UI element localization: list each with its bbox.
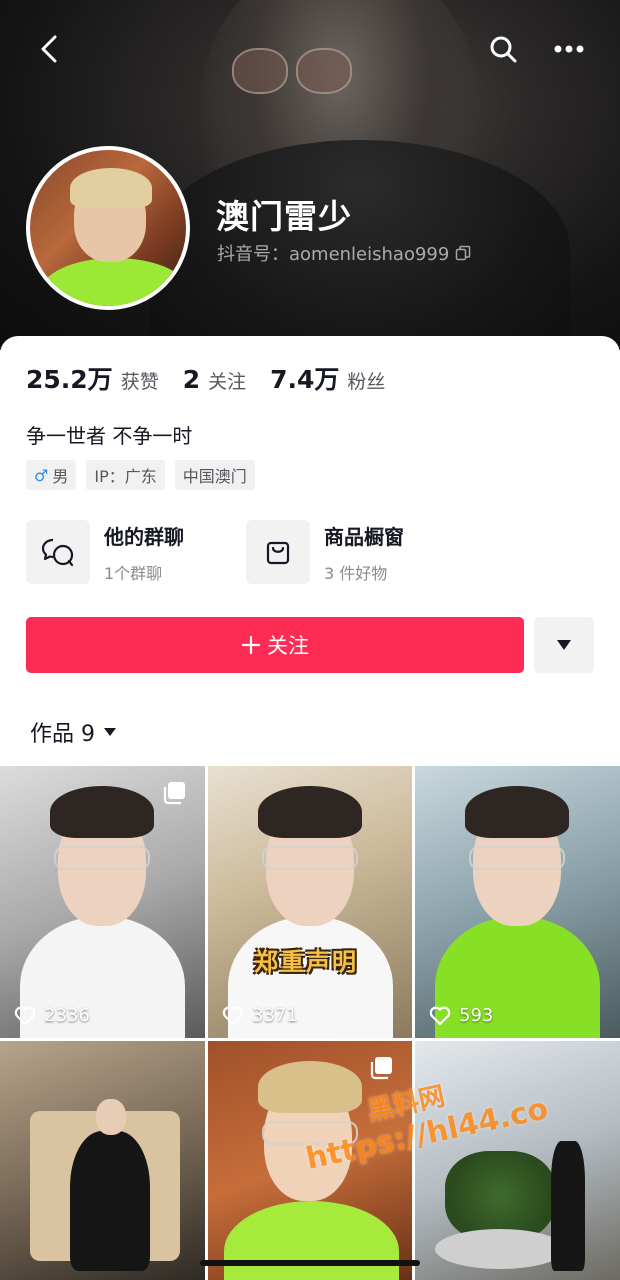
profile-bio: 争一世者 不争一时	[26, 424, 193, 448]
thumb-glasses	[469, 846, 565, 870]
stat-likes-label: 获赞	[120, 371, 159, 393]
stat-following-label: 关注	[208, 371, 247, 393]
back-button[interactable]	[26, 26, 72, 72]
heart-icon	[14, 1006, 36, 1025]
shopping-bag-icon	[266, 541, 290, 565]
shop-window-entry[interactable]: 商品橱窗 3 件好物	[246, 520, 404, 584]
stats-row: 25.2万 获赞 2 关注 7.4万 粉丝	[26, 360, 385, 396]
profile-handle[interactable]: 抖音号：aomenleishao999	[217, 240, 471, 266]
profile-card: 25.2万 获赞 2 关注 7.4万 粉丝 争一世者 不争一时 ♂ 男 IP：广东 中…	[0, 336, 620, 766]
plus-icon	[241, 635, 261, 655]
video-likes-count: 593	[459, 1005, 494, 1026]
more-dots-icon	[554, 45, 584, 53]
heart-icon	[222, 1006, 244, 1025]
video-likes-count: 2336	[44, 1005, 90, 1026]
profile-name: 澳门雷少	[216, 197, 352, 236]
triangle-down-icon	[557, 640, 571, 650]
video-likes: 593	[429, 1005, 493, 1026]
stat-following-number: 2	[182, 365, 201, 394]
thumb-planter	[435, 1229, 565, 1269]
gender-tag: ♂ 男	[26, 460, 77, 490]
video-likes: 2336	[14, 1005, 90, 1026]
avatar[interactable]	[26, 146, 190, 310]
search-icon	[490, 36, 517, 63]
video-thumbnail[interactable]: 2336	[0, 766, 205, 1038]
thumb-hair	[50, 786, 154, 838]
follow-button-label: 关注	[267, 634, 309, 658]
shop-icon-box	[246, 520, 310, 584]
works-tab-label: 作品 9	[30, 722, 95, 747]
profile-tags: ♂ 男 IP：广东 中国澳门	[26, 460, 255, 490]
video-grid: 2336 郑重声明 3371 593	[0, 766, 620, 1280]
stat-likes-number: 25.2万	[26, 365, 113, 394]
copy-icon[interactable]	[455, 245, 471, 261]
thumb-glasses	[54, 846, 150, 870]
video-likes: 3371	[222, 1005, 298, 1026]
group-chat-title: 他的群聊	[104, 524, 184, 549]
group-chat-icon-box	[26, 520, 90, 584]
gender-label: 男	[52, 467, 69, 486]
group-chat-entry[interactable]: 他的群聊 1个群聊	[26, 520, 184, 584]
ip-tag: IP：广东	[86, 460, 165, 490]
avatar-shirt	[40, 258, 186, 306]
video-caption: 郑重声明	[254, 948, 358, 976]
more-options-button[interactable]	[546, 26, 592, 72]
handle-text: 抖音号：aomenleishao999	[217, 244, 450, 265]
banner-sunglasses	[232, 48, 352, 94]
follow-button[interactable]: 关注	[26, 617, 524, 673]
video-likes-count: 3371	[252, 1005, 298, 1026]
thumb-bonsai-tree	[445, 1151, 555, 1241]
thumb-person	[551, 1141, 585, 1271]
location-tag: 中国澳门	[174, 460, 255, 490]
thumb-torso	[224, 1201, 399, 1280]
multi-image-icon	[370, 1057, 392, 1080]
video-thumbnail[interactable]: 593	[415, 766, 620, 1038]
home-indicator[interactable]	[200, 1260, 420, 1266]
heart-icon	[429, 1006, 451, 1025]
chevron-left-icon	[41, 35, 57, 63]
search-button[interactable]	[480, 26, 526, 72]
thumb-glasses	[262, 846, 358, 870]
thumb-hair	[465, 786, 569, 838]
male-icon: ♂	[34, 465, 49, 485]
shop-window-title: 商品橱窗	[324, 524, 404, 549]
stat-followers-label: 粉丝	[347, 371, 386, 393]
stat-likes[interactable]: 25.2万 获赞	[26, 360, 159, 396]
stat-following[interactable]: 2 关注	[183, 365, 246, 394]
chat-bubbles-icon	[41, 538, 74, 567]
video-thumbnail[interactable]	[0, 1041, 205, 1280]
recommend-dropdown-button[interactable]	[534, 617, 594, 673]
stat-followers-number: 7.4万	[270, 365, 340, 394]
stat-followers[interactable]: 7.4万 粉丝	[270, 360, 385, 396]
video-thumbnail[interactable]: 郑重声明 3371	[208, 766, 412, 1038]
tab-works[interactable]: 作品 9	[30, 716, 117, 748]
avatar-hair	[70, 168, 152, 208]
multi-image-icon	[163, 782, 185, 805]
group-chat-count: 1个群聊	[104, 563, 163, 583]
shop-window-count: 3 件好物	[324, 563, 388, 583]
thumb-suit	[70, 1131, 150, 1271]
thumb-head	[96, 1099, 126, 1135]
thumb-hair	[258, 786, 362, 838]
triangle-down-icon	[104, 728, 116, 736]
